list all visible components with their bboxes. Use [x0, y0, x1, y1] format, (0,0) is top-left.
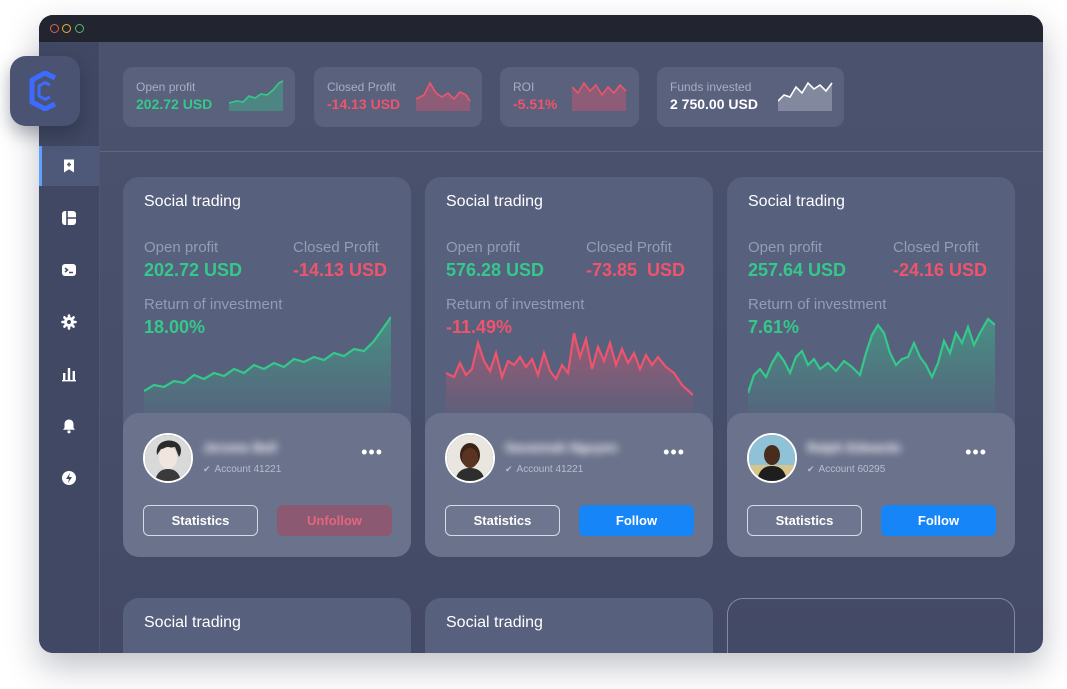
card-title: Social trading	[748, 193, 845, 210]
sparkline-open-profit	[229, 80, 284, 111]
trader-profile: Jerome Bell ✔ Account 41221 ••• Statistic…	[123, 413, 411, 557]
account-number: Account 60295	[818, 464, 886, 475]
open-profit-value: 257.64 USD	[748, 260, 847, 280]
roi-chart	[748, 317, 995, 413]
statistics-button[interactable]: Statistics	[747, 505, 862, 536]
close-window-button[interactable]	[50, 24, 59, 33]
roi-label: Return of investment	[446, 296, 585, 313]
sidebar-item-dashboard[interactable]	[39, 198, 99, 238]
open-profit-label: Open profit	[144, 239, 219, 256]
card-title: Social trading	[446, 193, 543, 210]
bar-chart-icon	[62, 368, 76, 382]
card-title: Social trading	[446, 614, 543, 631]
roi-label: Return of investment	[144, 296, 283, 313]
roi-chart	[446, 332, 693, 413]
account-info: ✔ Account 41221	[505, 464, 583, 475]
sparkline-roi	[572, 81, 627, 111]
sparkline-funds-invested	[778, 81, 833, 111]
lightning-icon	[62, 471, 76, 485]
app-window: Open profit 202.72 USD Closed Profit -14…	[39, 15, 1043, 653]
trader-card-partial: Social trading	[123, 598, 411, 653]
open-profit-label: Open profit	[446, 239, 521, 256]
statistics-button[interactable]: Statistics	[143, 505, 258, 536]
open-profit-value: 202.72 USD	[144, 260, 243, 280]
trader-name: Ralph Edwards	[807, 440, 901, 455]
sidebar-item-settings[interactable]	[39, 302, 99, 342]
more-options-button[interactable]: •••	[361, 443, 383, 461]
maximize-window-button[interactable]	[75, 24, 84, 33]
follow-button[interactable]: Follow	[881, 505, 996, 536]
stat-closed-profit: Closed Profit -14.13 USD	[314, 67, 482, 127]
stat-label: ROI	[513, 80, 535, 94]
trader-card: Social trading Open profit 202.72 USD Cl…	[123, 177, 411, 557]
stat-value: 202.72 USD	[136, 96, 213, 112]
account-info: ✔ Account 60295	[807, 464, 885, 475]
check-icon: ✔	[505, 464, 513, 474]
trader-profile: Savannah Nguyen ✔ Account 41221 ••• Stati…	[425, 413, 713, 557]
stat-value: 2 750.00 USD	[670, 96, 758, 112]
trader-name: Savannah Nguyen	[505, 440, 618, 455]
empty-card-slot	[727, 598, 1015, 653]
stat-label: Funds invested	[670, 80, 752, 94]
dashboard-icon	[62, 211, 76, 225]
app-logo[interactable]	[10, 56, 80, 126]
card-title: Social trading	[144, 193, 241, 210]
account-number: Account 41221	[214, 464, 282, 475]
closed-profit-value: -73.85 USD	[586, 260, 686, 280]
stat-value: -14.13 USD	[327, 96, 401, 112]
gear-icon	[61, 314, 77, 330]
stat-value: -5.51%	[513, 96, 558, 112]
sidebar-item-notifications[interactable]	[39, 406, 99, 446]
roi-label: Return of investment	[748, 296, 887, 313]
statistics-button[interactable]: Statistics	[445, 505, 560, 536]
sidebar-item-analytics[interactable]	[39, 354, 99, 394]
check-icon: ✔	[807, 464, 815, 474]
stat-funds-invested: Funds invested 2 750.00 USD	[657, 67, 844, 127]
terminal-icon	[62, 264, 76, 276]
stat-label: Open profit	[136, 80, 196, 94]
more-options-button[interactable]: •••	[663, 443, 685, 461]
minimize-window-button[interactable]	[62, 24, 71, 33]
open-profit-label: Open profit	[748, 239, 823, 256]
trader-name: Jerome Bell	[203, 440, 277, 455]
unfollow-button[interactable]: Unfollow	[277, 505, 392, 536]
bell-icon	[63, 419, 75, 434]
bookmark-icon	[64, 159, 74, 173]
more-options-button[interactable]: •••	[965, 443, 987, 461]
closed-profit-value: -14.13 USD	[293, 260, 388, 280]
account-number: Account 41221	[516, 464, 584, 475]
avatar-portrait-icon	[145, 435, 191, 481]
closed-profit-label: Closed Profit	[893, 239, 979, 256]
c-logo-icon	[29, 71, 57, 111]
card-title: Social trading	[144, 614, 241, 631]
stat-roi: ROI -5.51%	[500, 67, 639, 127]
avatar[interactable]	[143, 433, 193, 483]
avatar-portrait-icon	[447, 435, 493, 481]
closed-profit-label: Closed Profit	[586, 239, 672, 256]
avatar-portrait-icon	[749, 435, 795, 481]
sidebar	[39, 42, 100, 653]
trader-card: Social trading Open profit 257.64 USD Cl…	[727, 177, 1015, 557]
follow-button[interactable]: Follow	[579, 505, 694, 536]
trader-profile: Ralph Edwards ✔ Account 60295 ••• Statist…	[727, 413, 1015, 557]
sidebar-item-terminal[interactable]	[39, 250, 99, 290]
account-info: ✔ Account 41221	[203, 464, 281, 475]
closed-profit-value: -24.16 USD	[893, 260, 988, 280]
stat-label: Closed Profit	[327, 80, 396, 94]
check-icon: ✔	[203, 464, 211, 474]
avatar[interactable]	[445, 433, 495, 483]
title-bar	[39, 15, 1043, 42]
header-divider	[100, 151, 1043, 152]
sidebar-item-bookmarks[interactable]	[39, 146, 99, 186]
avatar[interactable]	[747, 433, 797, 483]
closed-profit-label: Closed Profit	[293, 239, 379, 256]
open-profit-value: 576.28 USD	[446, 260, 545, 280]
stat-open-profit: Open profit 202.72 USD	[123, 67, 295, 127]
trader-card-partial: Social trading	[425, 598, 713, 653]
trader-card: Social trading Open profit 576.28 USD Cl…	[425, 177, 713, 557]
sidebar-item-quick-actions[interactable]	[39, 458, 99, 498]
roi-chart	[144, 316, 391, 413]
sparkline-closed-profit	[416, 81, 471, 111]
